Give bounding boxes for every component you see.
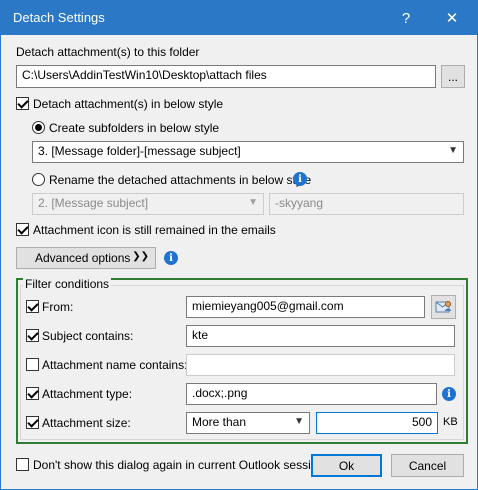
from-checkbox[interactable] [26, 300, 39, 313]
subfolder-style-select[interactable]: 3. [Message folder]-[message subject] ▼ [32, 141, 464, 163]
advanced-info-icon[interactable]: i [164, 251, 178, 265]
dont-show-checkbox[interactable] [16, 458, 29, 471]
address-book-button[interactable] [431, 295, 456, 319]
dialog-title: Detach Settings [13, 10, 105, 25]
size-unit-label: KB [443, 416, 458, 428]
from-field[interactable]: miemieyang005@gmail.com [186, 296, 425, 318]
subject-field[interactable]: kte [186, 325, 455, 347]
rename-suffix-field[interactable]: -skyyang [269, 193, 464, 215]
size-operator-select[interactable]: More than ▼ [186, 412, 310, 434]
advanced-options-label: Advanced options [35, 251, 131, 265]
chevron-down-icon: ▼ [248, 197, 258, 208]
detach-settings-dialog: Detach Settings ? ✕ Detach attachment(s)… [0, 0, 478, 490]
filter-title: Filter conditions [23, 277, 112, 291]
attachment-type-label: Attachment type: [42, 387, 133, 401]
cancel-button[interactable]: Cancel [391, 454, 464, 477]
attachment-type-info-icon[interactable]: i [442, 387, 456, 401]
advanced-options-button[interactable]: Advanced options ❯❯ [16, 247, 156, 269]
subject-checkbox[interactable] [26, 329, 39, 342]
browse-button[interactable]: ... [441, 65, 465, 88]
subject-label: Subject contains: [42, 329, 134, 343]
address-book-icon [435, 301, 451, 313]
attachment-name-field[interactable] [186, 354, 455, 376]
attachment-icon-checkbox[interactable] [16, 223, 29, 236]
chevron-down-icon: ▼ [448, 145, 458, 156]
attachment-name-label: Attachment name contains: [42, 358, 188, 372]
attachment-size-checkbox[interactable] [26, 416, 39, 429]
subfolder-radio-label: Create subfolders in below style [49, 121, 220, 135]
help-icon[interactable]: ? [383, 1, 429, 35]
from-label: From: [42, 300, 74, 314]
rename-radio[interactable] [32, 173, 45, 186]
rename-style-value: 2. [Message subject] [38, 196, 149, 210]
folder-label: Detach attachment(s) to this folder [16, 45, 200, 59]
dont-show-label: Don't show this dialog again in current … [33, 458, 328, 472]
attachment-type-checkbox[interactable] [26, 387, 39, 400]
chevron-down-icon: ▼ [294, 416, 304, 427]
attachment-name-checkbox[interactable] [26, 358, 39, 371]
detach-style-label: Detach attachment(s) in below style [33, 97, 224, 111]
attachment-icon-label: Attachment icon is still remained in the… [33, 223, 276, 237]
title-bar[interactable]: Detach Settings ? ✕ [1, 1, 477, 35]
attachment-size-label: Attachment size: [42, 416, 131, 430]
subfolder-style-value: 3. [Message folder]-[message subject] [38, 144, 241, 158]
folder-path-field[interactable]: C:\Users\AddinTestWin10\Desktop\attach f… [16, 65, 436, 88]
subfolder-radio[interactable] [32, 121, 45, 134]
size-value-field[interactable]: 500 [316, 412, 438, 434]
rename-info-icon[interactable]: i [293, 172, 307, 186]
rename-radio-label: Rename the detached attachments in below… [49, 173, 312, 187]
ok-button[interactable]: Ok [311, 454, 382, 477]
attachment-type-field[interactable]: .docx;.png [186, 383, 437, 405]
detach-style-checkbox[interactable] [16, 97, 29, 110]
size-operator-value: More than [192, 415, 247, 429]
double-chevron-icon: ❯❯ [132, 251, 149, 262]
rename-style-select[interactable]: 2. [Message subject] ▼ [32, 193, 264, 215]
close-icon[interactable]: ✕ [429, 1, 475, 35]
